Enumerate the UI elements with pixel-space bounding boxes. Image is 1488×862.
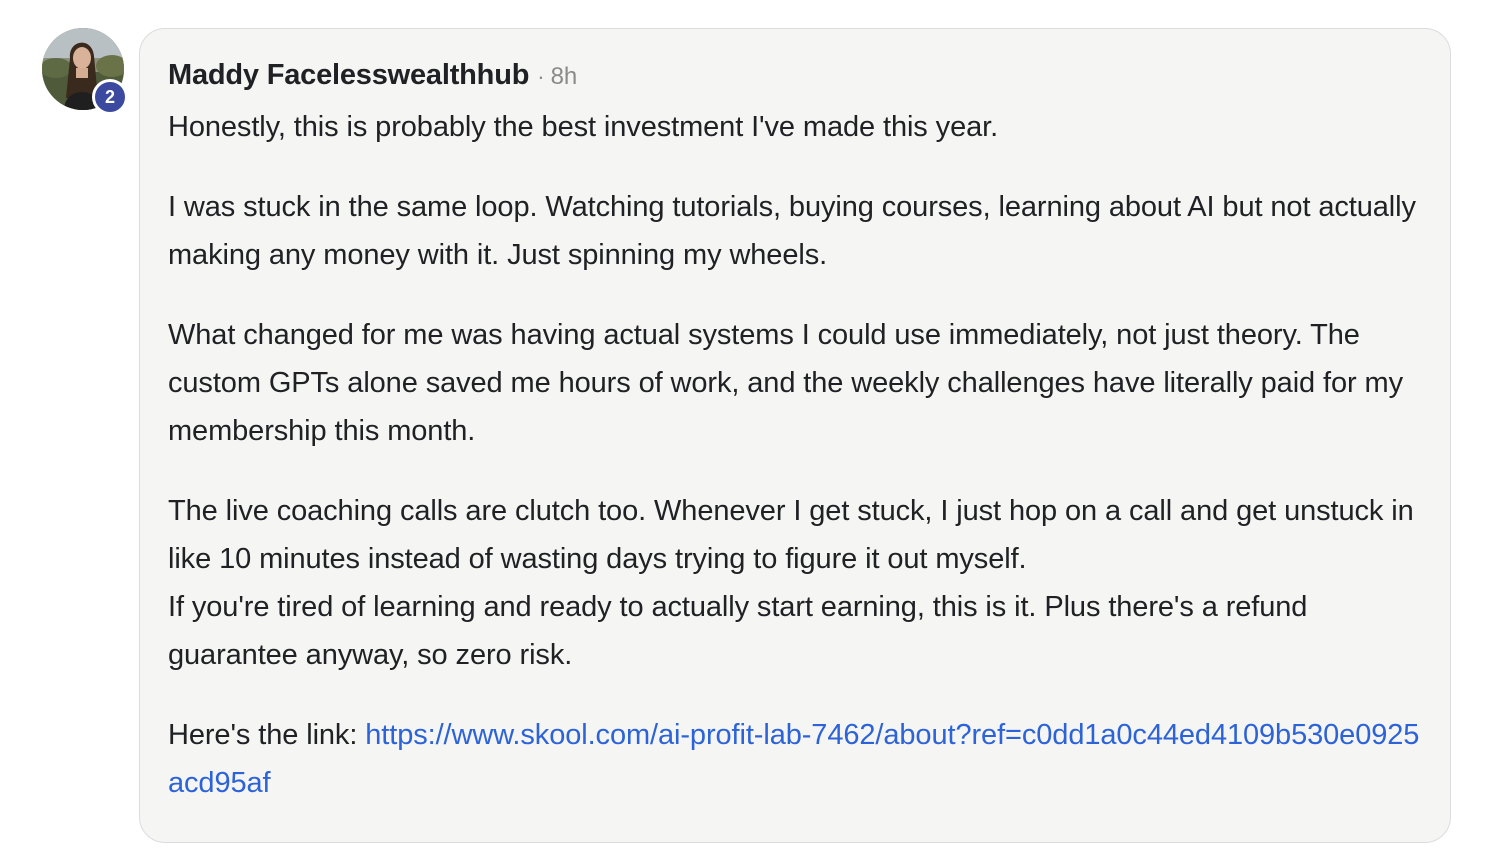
comment-paragraph-5: If you're tired of learning and ready to… (168, 591, 1308, 671)
comment-header: Maddy Facelesswealthhub · 8h (168, 59, 1424, 95)
link-prefix: Here's the link: (168, 719, 366, 751)
comment-paragraph-4: The live coaching calls are clutch too. … (168, 495, 1414, 575)
comment-bubble: Maddy Facelesswealthhub · 8h Honestly, t… (139, 28, 1451, 843)
comment-link-paragraph: Here's the link: https://www.skool.com/a… (168, 711, 1424, 807)
author-name[interactable]: Maddy Facelesswealthhub (168, 59, 529, 92)
comment-paragraph-3: What changed for me was having actual sy… (168, 319, 1403, 447)
level-badge: 2 (92, 79, 128, 115)
comment-paragraph-2: I was stuck in the same loop. Watching t… (168, 191, 1416, 271)
comment-paragraph-1: Honestly, this is probably the best inve… (168, 111, 999, 143)
avatar-container[interactable]: 2 (42, 28, 128, 115)
meta-separator: · (537, 64, 545, 89)
timestamp[interactable]: 8h (551, 63, 578, 91)
